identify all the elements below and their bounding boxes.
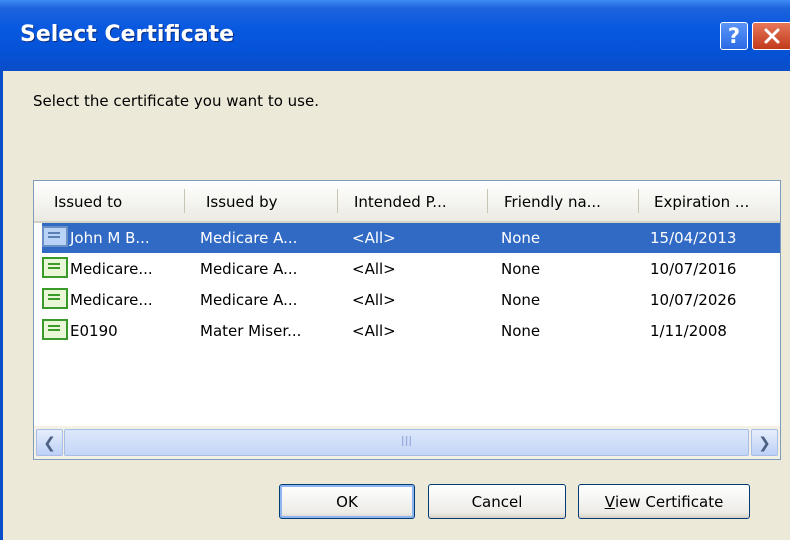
dialog-title: Select Certificate [20,22,235,47]
cell-friendly-name: None [501,291,541,309]
scroll-grip-icon: III [400,435,413,450]
cell-intended-purposes: <All> [352,322,396,340]
cell-issued-to: E0190 [70,322,118,340]
window-left-border [0,71,3,540]
cell-friendly-name: None [501,322,541,340]
cell-issued-to: Medicare... [70,291,153,309]
list-header: Issued to Issued by Intended P... Friend… [34,181,780,223]
view-certificate-mnemonic: V [604,492,615,511]
view-certificate-button[interactable]: View Certificate [578,484,750,519]
cell-intended-purposes: <All> [352,229,396,247]
column-separator[interactable] [184,189,185,213]
chevron-left-icon: ❮ [43,433,56,452]
certificate-icon [42,226,68,247]
column-friendly-name[interactable]: Friendly na... [504,193,601,211]
column-issued-to[interactable]: Issued to [54,193,122,211]
column-intended-purposes[interactable]: Intended P... [354,193,447,211]
close-icon [764,28,780,44]
certificate-icon [42,319,68,340]
scroll-right-button[interactable]: ❯ [751,429,778,456]
ok-button[interactable]: OK [279,484,415,519]
cell-issued-by: Medicare A... [200,229,298,247]
cell-friendly-name: None [501,260,541,278]
certificate-icon [42,288,68,309]
cell-issued-by: Medicare A... [200,260,298,278]
cell-issued-to: John M B... [70,229,150,247]
column-issued-by[interactable]: Issued by [206,193,277,211]
cell-expiration: 1/11/2008 [650,322,727,340]
certificate-list[interactable]: Issued to Issued by Intended P... Friend… [33,180,781,460]
cell-intended-purposes: <All> [352,291,396,309]
cancel-button[interactable]: Cancel [428,484,566,519]
horizontal-scrollbar[interactable]: ❮ III ❯ [34,426,780,459]
help-button[interactable]: ? [720,22,748,50]
cell-friendly-name: None [501,229,541,247]
certificate-icon [42,257,68,278]
help-icon: ? [727,24,741,48]
cell-issued-by: Mater Miser... [200,322,302,340]
title-bar[interactable]: Select Certificate ? [0,0,790,71]
close-button[interactable] [752,22,790,50]
select-certificate-dialog: Select Certificate ? Select the certific… [0,0,790,540]
chevron-right-icon: ❯ [758,433,771,452]
cell-expiration: 15/04/2013 [650,229,737,247]
view-certificate-label: iew Certificate [614,492,724,511]
ok-button-label: OK [336,492,358,511]
column-separator[interactable] [337,189,338,213]
scroll-left-button[interactable]: ❮ [36,429,63,456]
cell-issued-to: Medicare... [70,260,153,278]
cancel-button-label: Cancel [471,492,523,511]
certificate-row[interactable]: Medicare... Medicare A... <All> None 10/… [42,285,780,315]
cell-issued-by: Medicare A... [200,291,298,309]
column-expiration[interactable]: Expiration ... [654,193,749,211]
instruction-text: Select the certificate you want to use. [33,92,319,110]
column-separator[interactable] [487,189,488,213]
cell-expiration: 10/07/2016 [650,260,737,278]
certificate-row[interactable]: Medicare... Medicare A... <All> None 10/… [42,254,780,284]
column-separator[interactable] [638,189,639,213]
certificate-row[interactable]: E0190 Mater Miser... <All> None 1/11/200… [42,316,780,346]
cell-intended-purposes: <All> [352,260,396,278]
certificate-row[interactable]: John M B... Medicare A... <All> None 15/… [42,223,780,253]
cell-expiration: 10/07/2026 [650,291,737,309]
scroll-thumb[interactable]: III [64,429,749,456]
